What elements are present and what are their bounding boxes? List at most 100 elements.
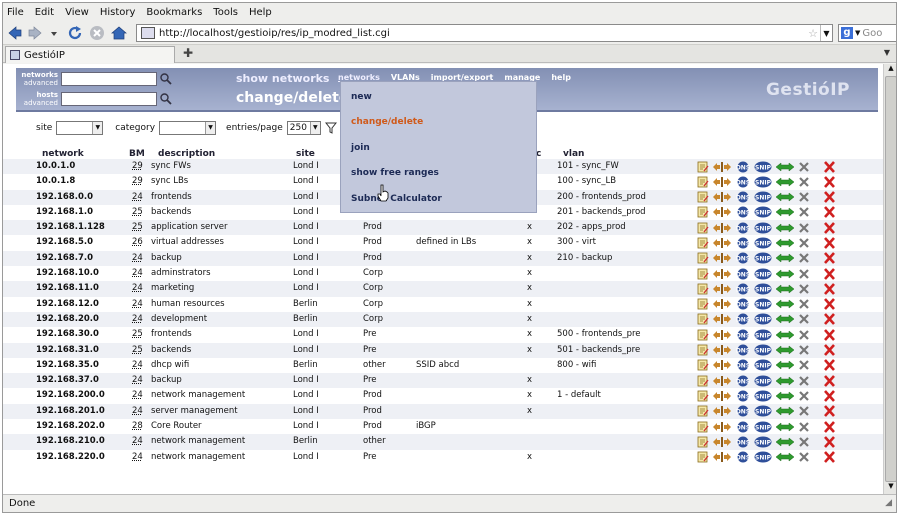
sync-icon[interactable]: SNIP [754, 268, 775, 280]
bitmask-cell[interactable]: 28 [132, 421, 143, 431]
tools-icon[interactable] [798, 359, 813, 371]
dns-icon[interactable]: DNS [735, 161, 754, 173]
sync-icon[interactable]: SNIP [754, 451, 775, 463]
url-text[interactable]: http://localhost/gestioip/res/ip_modred_… [159, 28, 808, 39]
network-cell[interactable]: 192.168.30.0 [36, 329, 99, 339]
split-icon[interactable] [712, 405, 735, 417]
tools-icon[interactable] [798, 252, 813, 264]
dns-icon[interactable]: DNS [735, 390, 754, 402]
arrows-icon[interactable] [775, 451, 798, 463]
dns-icon[interactable]: DNS [735, 436, 754, 448]
arrows-icon[interactable] [775, 375, 798, 387]
network-cell[interactable]: 192.168.200.0 [36, 390, 105, 400]
delete-icon[interactable] [813, 191, 839, 203]
network-cell[interactable]: 192.168.20.0 [36, 314, 99, 324]
sync-icon[interactable]: SNIP [754, 191, 775, 203]
sync-icon[interactable]: SNIP [754, 237, 775, 249]
menu-item-show-free-ranges[interactable]: show free ranges [351, 168, 439, 178]
menu-bookmarks[interactable]: Bookmarks [146, 7, 202, 18]
hosts-advanced-link[interactable]: advanced [16, 99, 58, 107]
reload-icon[interactable] [67, 25, 83, 41]
dns-icon[interactable]: DNS [735, 252, 754, 264]
history-dropdown-icon[interactable] [49, 25, 59, 41]
tools-icon[interactable] [798, 206, 813, 218]
sync-icon[interactable]: SNIP [754, 298, 775, 310]
menu-item-new[interactable]: new [351, 92, 372, 102]
col-description[interactable]: description [158, 149, 215, 159]
menu-item-join[interactable]: join [351, 143, 370, 153]
arrows-icon[interactable] [775, 344, 798, 356]
dns-icon[interactable]: DNS [735, 237, 754, 249]
url-dropdown-icon[interactable]: ▼ [820, 25, 832, 41]
vertical-scrollbar[interactable]: ▲ ▼ [883, 64, 896, 494]
edit-icon[interactable] [697, 375, 712, 387]
split-icon[interactable] [712, 206, 735, 218]
dns-icon[interactable]: DNS [735, 375, 754, 387]
split-icon[interactable] [712, 451, 735, 463]
sync-icon[interactable]: SNIP [754, 222, 775, 234]
tools-icon[interactable] [798, 176, 813, 188]
arrows-icon[interactable] [775, 359, 798, 371]
sync-icon[interactable]: SNIP [754, 313, 775, 325]
arrows-icon[interactable] [775, 191, 798, 203]
arrows-icon[interactable] [775, 161, 798, 173]
network-cell[interactable]: 192.168.210.0 [36, 436, 105, 446]
delete-icon[interactable] [813, 359, 839, 372]
split-icon[interactable] [712, 222, 735, 234]
sync-icon[interactable]: SNIP [754, 161, 775, 173]
sync-icon[interactable]: SNIP [754, 421, 775, 433]
dns-icon[interactable]: DNS [735, 176, 754, 188]
delete-icon[interactable] [813, 221, 839, 234]
entries-per-page-select[interactable]: 250 ▼ [286, 121, 321, 135]
menu-tools[interactable]: Tools [213, 7, 238, 18]
tools-icon[interactable] [798, 298, 813, 310]
back-icon[interactable] [7, 25, 23, 41]
dns-icon[interactable]: DNS [735, 222, 754, 234]
split-icon[interactable] [712, 436, 735, 448]
arrows-icon[interactable] [775, 176, 798, 188]
split-icon[interactable] [712, 329, 735, 341]
networks-advanced-link[interactable]: advanced [16, 79, 58, 87]
edit-icon[interactable] [697, 313, 712, 325]
arrows-icon[interactable] [775, 283, 798, 295]
dns-icon[interactable]: DNS [735, 313, 754, 325]
edit-icon[interactable] [697, 176, 712, 188]
split-icon[interactable] [712, 421, 735, 433]
tools-icon[interactable] [798, 222, 813, 234]
network-cell[interactable]: 192.168.1.0 [36, 207, 93, 217]
edit-icon[interactable] [697, 191, 712, 203]
edit-icon[interactable] [697, 237, 712, 249]
delete-icon[interactable] [813, 206, 839, 219]
scrollbar-thumb[interactable] [885, 76, 896, 482]
edit-icon[interactable] [697, 329, 712, 341]
dns-icon[interactable]: DNS [735, 268, 754, 280]
tools-icon[interactable] [798, 451, 813, 463]
split-icon[interactable] [712, 344, 735, 356]
arrows-icon[interactable] [775, 268, 798, 280]
delete-icon[interactable] [813, 160, 839, 173]
url-bar[interactable]: http://localhost/gestioip/res/ip_modred_… [136, 24, 833, 42]
forward-icon[interactable] [27, 25, 43, 41]
edit-icon[interactable] [697, 283, 712, 295]
bitmask-cell[interactable]: 24 [132, 192, 143, 202]
scroll-down-icon[interactable]: ▼ [884, 482, 896, 494]
tools-icon[interactable] [798, 283, 813, 295]
network-cell[interactable]: 192.168.0.0 [36, 192, 93, 202]
split-icon[interactable] [712, 375, 735, 387]
edit-icon[interactable] [697, 421, 712, 433]
bitmask-cell[interactable]: 25 [132, 345, 143, 355]
bitmask-cell[interactable]: 24 [132, 390, 143, 400]
filter-icon[interactable] [324, 122, 337, 134]
edit-icon[interactable] [697, 359, 712, 371]
dns-icon[interactable]: DNS [735, 405, 754, 417]
menu-view[interactable]: View [65, 7, 89, 18]
bitmask-cell[interactable]: 26 [132, 237, 143, 247]
dns-icon[interactable]: DNS [735, 283, 754, 295]
split-icon[interactable] [712, 237, 735, 249]
delete-icon[interactable] [813, 283, 839, 295]
edit-icon[interactable] [697, 298, 712, 310]
split-icon[interactable] [712, 298, 735, 310]
delete-icon[interactable] [813, 237, 839, 249]
nav-help[interactable]: help [551, 73, 571, 82]
sync-icon[interactable]: SNIP [754, 344, 775, 356]
